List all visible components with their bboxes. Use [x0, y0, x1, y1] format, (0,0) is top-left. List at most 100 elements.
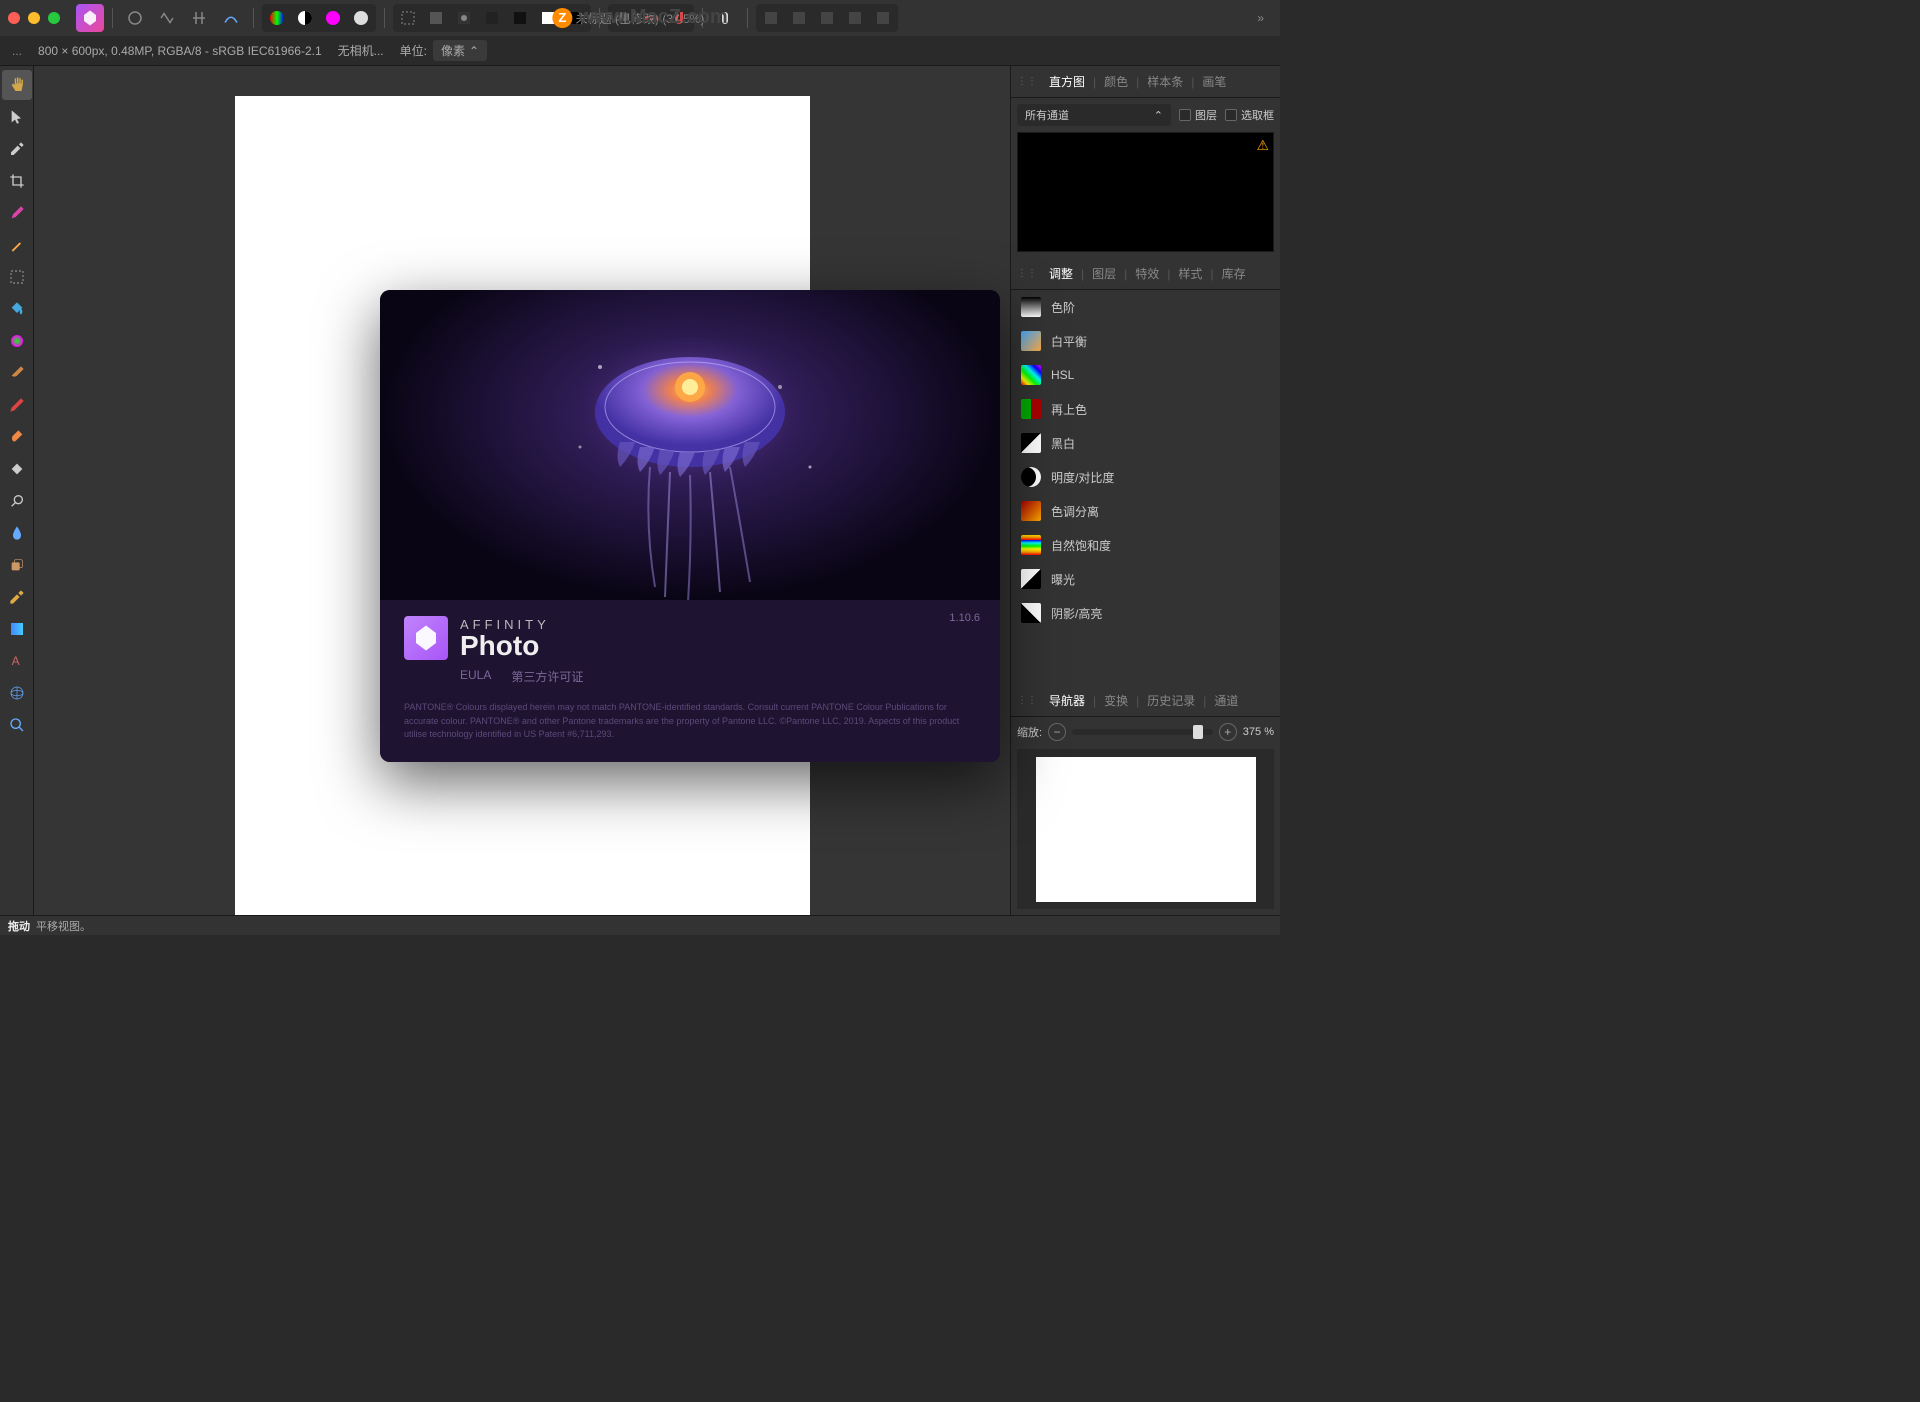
arrange-tools-group: [756, 4, 898, 32]
tab-swatches[interactable]: 样本条: [1141, 70, 1189, 93]
quick-mask-icon[interactable]: [423, 6, 449, 30]
invert-icon[interactable]: [507, 6, 533, 30]
persona-tone-button[interactable]: [217, 4, 245, 32]
marquee-icon[interactable]: [395, 6, 421, 30]
flood-fill-tool[interactable]: [2, 294, 32, 324]
adjustment-whitebalance[interactable]: 白平衡: [1011, 324, 1280, 358]
persona-photo-button[interactable]: [121, 4, 149, 32]
channel-dropdown[interactable]: 所有通道 ⌃: [1017, 104, 1171, 126]
zoom-tool[interactable]: [2, 710, 32, 740]
adjustment-blackwhite[interactable]: 黑白: [1011, 426, 1280, 460]
hand-tool[interactable]: [2, 70, 32, 100]
arrange-4-icon[interactable]: [842, 6, 868, 30]
eyedropper-tool[interactable]: [2, 134, 32, 164]
maximize-window-button[interactable]: [48, 12, 60, 24]
tab-color[interactable]: 颜色: [1098, 70, 1134, 93]
adjustments-panel-tabs: ⋮⋮ 调整 | 图层 | 特效 | 样式 | 库存: [1011, 258, 1280, 290]
contrast-icon[interactable]: [292, 6, 318, 30]
mask-icon[interactable]: [451, 6, 477, 30]
tone-icon[interactable]: [348, 6, 374, 30]
adjustment-hsl[interactable]: HSL: [1011, 358, 1280, 392]
separator: [253, 8, 254, 28]
zoom-in-button[interactable]: +: [1219, 723, 1237, 741]
tab-channels[interactable]: 通道: [1208, 689, 1244, 712]
adjustment-tool[interactable]: [2, 326, 32, 356]
histogram-display: ⚠: [1017, 132, 1274, 252]
crop-sel-icon[interactable]: [535, 6, 561, 30]
crop-tool[interactable]: [2, 166, 32, 196]
tab-layers[interactable]: 图层: [1086, 262, 1122, 285]
refine-icon[interactable]: [479, 6, 505, 30]
brush-tool[interactable]: [2, 198, 32, 228]
panel-grip-icon[interactable]: ⋮⋮: [1017, 268, 1037, 279]
about-splash-image: [380, 290, 1000, 600]
eula-link[interactable]: EULA: [460, 668, 491, 685]
navigator-preview[interactable]: [1017, 749, 1274, 909]
tab-styles[interactable]: 样式: [1172, 262, 1208, 285]
minimize-window-button[interactable]: [28, 12, 40, 24]
navigator-thumbnail: [1036, 757, 1256, 902]
wand-tool[interactable]: [2, 230, 32, 260]
tab-histogram[interactable]: 直方图: [1043, 70, 1091, 93]
smudge-tool[interactable]: [2, 422, 32, 452]
tool-options-button[interactable]: ...: [12, 44, 22, 58]
tab-history[interactable]: 历史记录: [1141, 689, 1201, 712]
zoom-slider[interactable]: [1072, 729, 1213, 735]
adjustment-exposure[interactable]: 曝光: [1011, 562, 1280, 596]
persona-develop-button[interactable]: [185, 4, 213, 32]
status-action: 拖动: [8, 918, 30, 934]
arrange-1-icon[interactable]: [758, 6, 784, 30]
adjustment-shadows[interactable]: 阴影/高亮: [1011, 596, 1280, 630]
camera-info[interactable]: 无相机...: [338, 42, 384, 59]
blur-tool[interactable]: [2, 518, 32, 548]
adjustment-vibrance[interactable]: 自然饱和度: [1011, 528, 1280, 562]
clear-sel-icon[interactable]: [563, 6, 589, 30]
layer-checkbox[interactable]: 图层: [1179, 107, 1217, 123]
tab-navigator[interactable]: 导航器: [1043, 689, 1091, 712]
zoom-value: 375 %: [1243, 726, 1274, 738]
text-tool[interactable]: A: [2, 646, 32, 676]
adjustment-levels[interactable]: 色阶: [1011, 290, 1280, 324]
clone-tool[interactable]: [2, 550, 32, 580]
context-toolbar: ... 800 × 600px, 0.48MP, RGBA/8 - sRGB I…: [0, 36, 1280, 66]
histogram-panel-tabs: ⋮⋮ 直方图 | 颜色 | 样本条 | 画笔: [1011, 66, 1280, 98]
move-tool[interactable]: [2, 102, 32, 132]
sample-icon[interactable]: [711, 4, 739, 32]
paint-brush-tool[interactable]: [2, 358, 32, 388]
selection-checkbox[interactable]: 选取框: [1225, 107, 1274, 123]
adjustments-list: 色阶 白平衡 HSL 再上色 黑白 明度/对比度 色调分离 自然饱和度 曝光 阴…: [1011, 290, 1280, 685]
grid-icon[interactable]: [610, 6, 636, 30]
svg-text:A: A: [11, 654, 19, 668]
arrange-3-icon[interactable]: [814, 6, 840, 30]
tab-transform[interactable]: 变换: [1098, 689, 1134, 712]
healing-tool[interactable]: [2, 390, 32, 420]
pen-tool[interactable]: [2, 582, 32, 612]
arrange-2-icon[interactable]: [786, 6, 812, 30]
persona-liquify-button[interactable]: [153, 4, 181, 32]
tab-brushes[interactable]: 画笔: [1196, 70, 1232, 93]
tab-stock[interactable]: 库存: [1216, 262, 1252, 285]
adjustment-brightness[interactable]: 明度/对比度: [1011, 460, 1280, 494]
units-dropdown[interactable]: 像素 ⌃: [433, 40, 487, 61]
toolbar-overflow-button[interactable]: »: [1249, 7, 1272, 29]
adjustment-posterize[interactable]: 色调分离: [1011, 494, 1280, 528]
arrange-5-icon[interactable]: [870, 6, 896, 30]
mesh-tool[interactable]: [2, 678, 32, 708]
magnet-icon[interactable]: [666, 6, 692, 30]
close-window-button[interactable]: [8, 12, 20, 24]
marquee-tool[interactable]: [2, 262, 32, 292]
ruler-icon[interactable]: [638, 6, 664, 30]
patch-tool[interactable]: [2, 454, 32, 484]
adjustment-recolor[interactable]: 再上色: [1011, 392, 1280, 426]
color-wheel-icon[interactable]: [264, 6, 290, 30]
hue-icon[interactable]: [320, 6, 346, 30]
dodge-tool[interactable]: [2, 486, 32, 516]
snap-tools-group: [608, 4, 694, 32]
zoom-out-button[interactable]: −: [1048, 723, 1066, 741]
panel-grip-icon[interactable]: ⋮⋮: [1017, 76, 1037, 87]
gradient-tool[interactable]: [2, 614, 32, 644]
tab-effects[interactable]: 特效: [1129, 262, 1165, 285]
third-party-link[interactable]: 第三方许可证: [511, 668, 583, 685]
panel-grip-icon[interactable]: ⋮⋮: [1017, 695, 1037, 706]
tab-adjustments[interactable]: 调整: [1043, 262, 1079, 285]
